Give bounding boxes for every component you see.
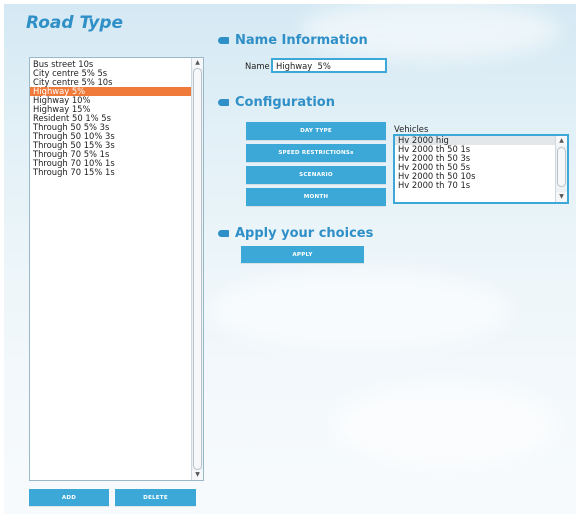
vehicles-label: Vehicles [394,124,429,134]
scroll-thumb[interactable] [557,147,566,187]
name-information-title: Name Information [235,33,368,48]
apply-title: Apply your choices [235,226,374,241]
vehicles-scrollbar[interactable]: ▲ ▼ [555,136,567,202]
configuration-heading: Configuration [218,95,335,110]
speed-restrictions-button[interactable]: SPEED RESTRICTIONSs [246,144,386,162]
bullet-icon [218,230,229,237]
scroll-up-icon[interactable]: ▲ [556,136,567,146]
road-type-list[interactable]: Bus street 10s City centre 5% 5s City ce… [29,57,204,481]
name-information-heading: Name Information [218,33,368,48]
bullet-icon [218,37,229,44]
delete-button[interactable]: DELETE [115,489,196,506]
day-type-button[interactable]: DAY TYPE [246,122,386,140]
apply-button[interactable]: APPLY [241,246,364,263]
background-cloud [300,0,560,60]
road-type-title: Road Type [26,13,124,33]
configuration-title: Configuration [235,95,335,110]
scroll-down-icon[interactable]: ▼ [192,470,203,480]
scroll-up-icon[interactable]: ▲ [192,58,203,68]
scroll-down-icon[interactable]: ▼ [556,192,567,202]
background-cloud [330,380,560,470]
window-frame-left [0,0,4,518]
vehicle-item[interactable]: Hv 2000 th 70 1s [395,181,567,190]
window-frame-bottom [0,514,580,518]
name-label: Name [245,61,270,71]
apply-heading: Apply your choices [218,226,373,241]
vehicles-list[interactable]: Hv 2000 hig Hv 2000 th 50 1s Hv 2000 th … [393,134,569,204]
window-frame-right [576,0,580,518]
add-button[interactable]: ADD [29,489,109,506]
scroll-thumb[interactable] [193,68,202,470]
month-button[interactable]: MONTH [246,188,386,206]
name-input[interactable] [271,58,387,73]
bullet-icon [218,99,229,106]
road-type-item[interactable]: Through 70 15% 1s [30,168,203,177]
background-cloud [210,270,510,350]
road-type-scrollbar[interactable]: ▲ ▼ [191,58,203,480]
scenario-button[interactable]: SCENARIO [246,166,386,184]
